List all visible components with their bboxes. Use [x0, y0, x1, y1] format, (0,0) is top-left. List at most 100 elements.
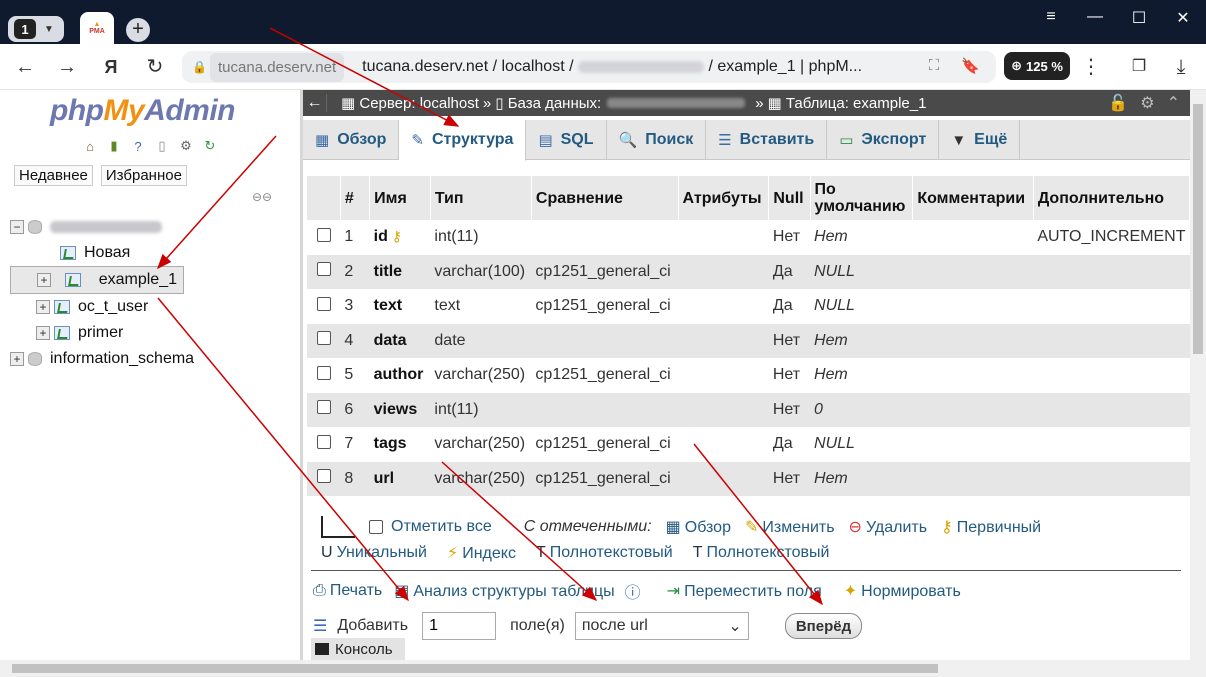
bulk-index-button[interactable]: ⚡ Индекс [447, 543, 516, 563]
row-checkbox[interactable] [307, 220, 341, 255]
tree-item-primer[interactable]: + primer [10, 320, 303, 346]
lock-icon[interactable]: 🔓 [1108, 93, 1128, 113]
table-row[interactable]: 2 title varchar(100) cp1251_general_ci Да NUL… [307, 254, 1190, 289]
back-arrow-icon[interactable]: ← [10, 52, 40, 82]
checkbox[interactable] [316, 296, 331, 311]
expand-icon[interactable]: + [36, 326, 50, 340]
tab-export[interactable]: ▭ Экспорт [827, 120, 940, 160]
col-header[interactable]: Имя [369, 176, 431, 220]
help-icon[interactable]: ⓘ [625, 579, 641, 603]
print-button[interactable]: ⎙ Печать [313, 582, 382, 600]
bulk-primary-button[interactable]: ⚷ Первичный [941, 517, 1041, 537]
row-checkbox[interactable] [307, 254, 341, 289]
table-row[interactable]: 1 id ⚷ int(11) Нет Нет AUTO_INCREMENT [307, 220, 1190, 255]
expand-icon[interactable]: + [10, 352, 24, 366]
col-header[interactable]: Комментарии [912, 176, 1034, 220]
gear-icon[interactable]: ⚙ [176, 136, 196, 156]
normalize-button[interactable]: ✦ Нормировать [844, 581, 961, 601]
row-checkbox[interactable] [307, 427, 341, 462]
new-tab-button[interactable]: + [126, 18, 150, 42]
more-menu-icon[interactable]: ⋮ [1076, 52, 1106, 82]
help-icon[interactable]: ? [128, 136, 148, 156]
tab-switcher[interactable]: 1 ▼ [8, 16, 64, 42]
forward-arrow-icon[interactable]: → [52, 52, 82, 82]
tree-item-example-1[interactable]: + example_1 [10, 266, 184, 294]
col-header[interactable]: Null [768, 176, 811, 220]
gear-icon[interactable]: ⚙ [1140, 93, 1154, 113]
row-checkbox[interactable] [307, 461, 341, 496]
bulk-fulltext-button[interactable]: T Полнотекстовый [536, 544, 673, 562]
tab-sql[interactable]: ▤ SQL [526, 120, 607, 160]
expand-icon[interactable]: + [37, 273, 51, 287]
maximize-icon[interactable]: ☐ [1124, 8, 1154, 28]
row-checkbox[interactable] [307, 289, 341, 324]
checkbox[interactable] [316, 331, 331, 346]
col-header[interactable]: Атрибуты [678, 176, 770, 220]
move-columns-button[interactable]: ⇥ Переместить поля [667, 581, 822, 601]
col-header[interactable]: # [340, 176, 371, 220]
table-row[interactable]: 3 text text cp1251_general_ci Да NULL [307, 289, 1190, 324]
link-icon[interactable]: ⊖⊖ [252, 190, 272, 204]
table-row[interactable]: 8 url varchar(250) cp1251_general_ci Нет Нет [307, 461, 1190, 496]
collapse-icon[interactable]: − [10, 220, 24, 234]
minimize-icon[interactable]: — [1080, 8, 1110, 26]
add-count-input[interactable] [422, 612, 497, 640]
address-bar[interactable]: 🔒 tucana.deserv.net tucana.deserv.net / … [182, 51, 996, 83]
checkbox[interactable] [316, 365, 331, 380]
collapse-nav-icon[interactable]: ← [303, 94, 327, 112]
tree-db-information-schema[interactable]: + information_schema [10, 346, 303, 372]
check-all-checkbox[interactable] [369, 520, 383, 534]
horizontal-scrollbar[interactable] [0, 660, 1206, 677]
close-icon[interactable]: ✕ [1168, 8, 1198, 28]
position-select[interactable]: после url ⌄ [574, 612, 749, 640]
checkbox[interactable] [316, 227, 331, 242]
recent-button[interactable]: Недавнее [14, 165, 93, 186]
go-button[interactable]: Вперёд [784, 613, 863, 639]
favorites-button[interactable]: Избранное [100, 165, 187, 186]
analyze-button[interactable]: ▤ Анализ структуры таблицы [394, 581, 614, 601]
tree-item-oc-t-user[interactable]: + oc_t_user [10, 294, 303, 320]
bulk-browse-button[interactable]: ▦ Обзор [666, 517, 731, 537]
download-icon[interactable]: ⤓ [1166, 52, 1196, 82]
breadcrumb-server[interactable]: Сервер: localhost [359, 95, 479, 112]
tab-structure[interactable]: ✎ Структура [399, 120, 527, 161]
bulk-unique-button[interactable]: U Уникальный [321, 544, 427, 562]
row-checkbox[interactable] [307, 392, 341, 427]
vertical-scrollbar[interactable] [1190, 90, 1206, 660]
console-toggle[interactable]: Консоль [311, 638, 405, 660]
bookmark-icon[interactable]: 🔖 [961, 57, 980, 75]
checkbox[interactable] [316, 469, 331, 484]
check-all-label[interactable]: Отметить все [391, 518, 492, 536]
collapse-up-icon[interactable]: ⌃ [1167, 93, 1180, 113]
table-row[interactable]: 7 tags varchar(250) cp1251_general_ci Да NULL [307, 427, 1190, 462]
col-header[interactable]: Сравнение [531, 176, 679, 220]
col-header[interactable]: Тип [430, 176, 532, 220]
checkbox[interactable] [316, 400, 331, 415]
refresh-icon[interactable]: ↻ [200, 136, 220, 156]
menu-icon[interactable]: ≡ [1036, 8, 1066, 26]
yandex-icon[interactable]: Я [96, 52, 126, 82]
breadcrumb-database[interactable]: База данных: [508, 95, 602, 112]
logout-icon[interactable]: ▮ [104, 136, 124, 156]
phpmyadmin-logo[interactable]: phpMyAdmin [50, 94, 235, 128]
expand-icon[interactable]: + [36, 300, 50, 314]
reload-icon[interactable]: ↻ [140, 52, 170, 82]
checkbox[interactable] [316, 434, 331, 449]
table-row[interactable]: 6 views int(11) Нет 0 [307, 392, 1190, 427]
tree-db-node[interactable]: − [10, 214, 303, 240]
tab-insert[interactable]: ☰ Вставить [706, 120, 828, 160]
tab-more[interactable]: ▼ Ещё [939, 120, 1021, 160]
zoom-badge[interactable]: ⊕ 125 % [1004, 52, 1070, 80]
checkbox[interactable] [316, 262, 331, 277]
bulk-change-button[interactable]: ✎ Изменить [745, 517, 835, 537]
breadcrumb-table[interactable]: Таблица: example_1 [786, 95, 927, 112]
active-browser-tab[interactable]: ▲ PMA [80, 12, 114, 44]
col-header[interactable]: По умолчанию [810, 176, 914, 220]
docs-icon[interactable]: ▯ [152, 136, 172, 156]
table-row[interactable]: 4 data date Нет Нет [307, 323, 1190, 358]
collections-icon[interactable]: ❐ [1124, 52, 1154, 82]
col-header[interactable]: Дополнительно [1033, 176, 1190, 220]
row-checkbox[interactable] [307, 358, 341, 393]
bulk-fulltext-button-2[interactable]: T Полнотекстовый [693, 544, 830, 562]
translate-icon[interactable]: ⛶ [929, 57, 940, 75]
